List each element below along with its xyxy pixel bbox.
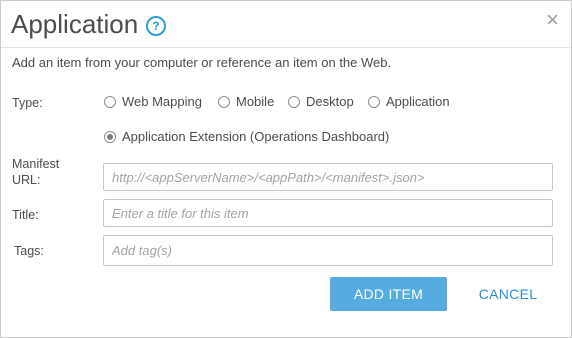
radio-desktop[interactable]: Desktop — [288, 94, 354, 109]
radio-label: Web Mapping — [122, 94, 202, 109]
tags-input[interactable] — [103, 235, 553, 266]
title-input[interactable] — [103, 199, 553, 227]
radio-label: Mobile — [236, 94, 275, 109]
radio-label: Application — [386, 94, 450, 109]
radio-application-extension[interactable]: Application Extension (Operations Dashbo… — [104, 129, 389, 144]
radio-indicator[interactable] — [288, 95, 300, 108]
radio-application[interactable]: Application — [368, 94, 450, 109]
tags-label: Tags: — [14, 244, 44, 258]
close-icon[interactable]: × — [546, 7, 559, 33]
type-label: Type: — [12, 96, 43, 110]
radio-indicator[interactable] — [218, 95, 230, 108]
radio-mobile[interactable]: Mobile — [218, 94, 274, 109]
question-circle-icon[interactable]: ? — [146, 16, 166, 36]
manifest-label-line1: Manifest — [12, 157, 60, 171]
dialog-title: Application — [11, 9, 139, 39]
add-item-button[interactable]: ADD ITEM — [330, 277, 447, 311]
radio-indicator[interactable] — [104, 95, 116, 108]
radio-web-mapping[interactable]: Web Mapping — [104, 94, 202, 109]
manifest-url-input[interactable] — [103, 163, 553, 191]
manifest-url-label: Manifest URL: — [12, 156, 59, 188]
radio-label: Application Extension (Operations Dashbo… — [122, 129, 390, 144]
dialog-description: Add an item from your computer or refere… — [12, 55, 392, 70]
title-label: Title: — [12, 208, 39, 222]
dialog-header: Application ? × — [1, 1, 571, 48]
add-item-dialog: Application ? × Add an item from your co… — [0, 0, 572, 338]
manifest-label-line2: URL: — [12, 173, 41, 187]
radio-label: Desktop — [306, 94, 354, 109]
cancel-button[interactable]: CANCEL — [461, 277, 555, 311]
radio-indicator-selected[interactable] — [104, 130, 116, 143]
radio-indicator[interactable] — [368, 95, 380, 108]
